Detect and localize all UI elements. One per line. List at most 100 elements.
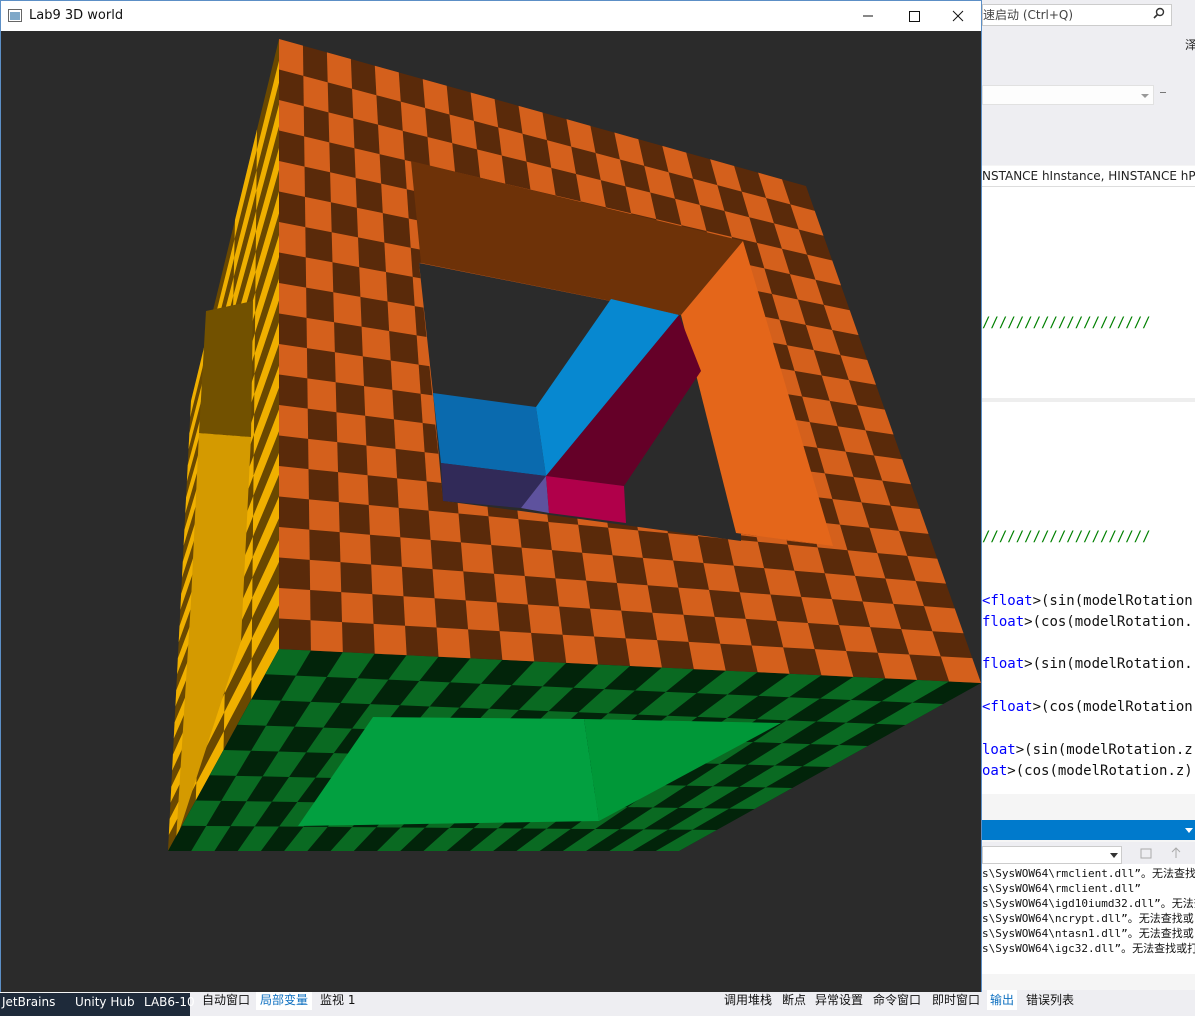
- menu-char[interactable]: 泽: [1185, 36, 1195, 53]
- front-face-tile: [279, 405, 309, 439]
- search-icon[interactable]: [1153, 7, 1165, 19]
- taskbar-item-unity-hub[interactable]: Unity Hub: [75, 995, 135, 1009]
- taskbar: JetBrains Unity Hub LAB6-10: [0, 993, 195, 1016]
- front-face-tile: [361, 326, 391, 361]
- front-face-tile: [460, 542, 495, 574]
- app-icon: [8, 9, 22, 22]
- front-face-tile: [381, 183, 409, 219]
- front-face-tile: [279, 222, 306, 258]
- front-face-tile: [339, 532, 372, 565]
- output-line: s\SysWOW64\ncrypt.dll”。无法查找或: [982, 912, 1194, 925]
- front-face-tile: [400, 537, 433, 570]
- tab-error-list[interactable]: 错误列表: [1026, 990, 1074, 1010]
- maximize-button[interactable]: [891, 1, 937, 31]
- front-face-tile: [279, 588, 311, 621]
- code-line: <float>(sin(modelRotation: [982, 593, 1193, 609]
- front-face-tile: [625, 638, 662, 668]
- output-line: s\SysWOW64\igd10iumd32.dll”。无法查: [982, 897, 1195, 910]
- close-icon: [952, 10, 964, 22]
- editor-splitter[interactable]: [982, 398, 1195, 402]
- front-face-tile: [384, 242, 413, 277]
- tab-exception-settings[interactable]: 异常设置: [815, 990, 863, 1010]
- code-line: float>(sin(modelRotation.: [982, 656, 1193, 672]
- chevron-down-icon: [1110, 853, 1118, 858]
- quick-launch-text: 速启动 (Ctrl+Q): [983, 8, 1074, 22]
- 3d-viewport[interactable]: [1, 31, 981, 992]
- front-face-tile: [306, 317, 335, 353]
- front-face-tile: [667, 533, 704, 564]
- front-face-tile: [305, 257, 334, 293]
- front-face-tile: [548, 521, 583, 553]
- tab-breakpoints[interactable]: 断点: [782, 990, 806, 1010]
- front-face-tile: [403, 596, 437, 628]
- tab-locals[interactable]: 局部变量: [256, 990, 313, 1010]
- front-face-tile: [494, 573, 528, 605]
- front-face-tile: [279, 344, 308, 379]
- tab-autos[interactable]: 自动窗口: [202, 990, 250, 1010]
- front-face-tile: [304, 196, 332, 233]
- front-face-tile: [616, 582, 653, 613]
- code-editor[interactable]: //////////////////// ///////////////////…: [982, 187, 1195, 794]
- front-face-tile: [397, 478, 429, 511]
- front-face-tile: [436, 627, 471, 659]
- front-face-tile: [279, 283, 307, 318]
- tab-watch1[interactable]: 监视 1: [320, 990, 355, 1010]
- code-line: oat>(cos(modelRotation.z): [982, 763, 1193, 779]
- minimize-button[interactable]: [845, 1, 891, 31]
- taskbar-item-jetbrains[interactable]: JetBrains: [2, 995, 55, 1009]
- find-previous-icon[interactable]: [1169, 846, 1183, 860]
- title-bar[interactable]: Lab9 3D world: [1, 1, 981, 31]
- panel-dropdown-icon[interactable]: [1185, 826, 1193, 834]
- front-face-tile: [366, 445, 398, 479]
- function-signature: NSTANCE hInstance, HINSTANCE hP: [982, 166, 1195, 187]
- code-comment: ////////////////////: [982, 315, 1151, 331]
- tab-call-stack[interactable]: 调用堆栈: [724, 990, 772, 1010]
- close-button[interactable]: [935, 1, 981, 31]
- output-line: s\SysWOW64\rmclient.dll”。无法查找: [982, 867, 1195, 880]
- front-face-tile: [393, 419, 425, 453]
- front-face-tile: [488, 516, 522, 548]
- clear-icon[interactable]: [1139, 846, 1153, 860]
- front-face-tile: [356, 207, 385, 243]
- app-window: Lab9 3D world: [0, 0, 982, 992]
- front-face-tile: [307, 378, 337, 413]
- front-face-tile: [308, 438, 339, 473]
- front-face-tile: [359, 267, 388, 302]
- front-face-tile: [678, 587, 715, 617]
- code-line: float>(cos(modelRotation.: [982, 614, 1193, 630]
- tab-output[interactable]: 输出: [987, 990, 1018, 1010]
- front-face-tile: [521, 547, 556, 579]
- taskbar-item-lab[interactable]: LAB6-10: [144, 995, 195, 1009]
- output-text[interactable]: s\SysWOW64\rmclient.dll”。无法查找 s\SysWOW64…: [982, 864, 1195, 974]
- front-face-tile: [590, 608, 626, 639]
- front-face-tile: [562, 634, 599, 665]
- front-face-tile: [334, 352, 364, 387]
- front-face-tile: [642, 557, 679, 588]
- output-panel-header: [982, 820, 1195, 840]
- front-face-tile: [387, 301, 417, 336]
- front-face-tile: [371, 564, 404, 597]
- tab-immediate-window[interactable]: 即时窗口: [932, 990, 980, 1010]
- bottom-tool-tabs: 自动窗口 局部变量 监视 1 调用堆栈 断点 异常设置 命令窗口 即时窗口 输出…: [190, 990, 1195, 1016]
- front-face-tile: [608, 527, 643, 558]
- front-face-tile: [428, 510, 461, 543]
- front-face-tile: [336, 412, 367, 446]
- tab-command-window[interactable]: 命令窗口: [873, 990, 921, 1010]
- quick-launch-input[interactable]: 速启动 (Ctrl+Q): [982, 4, 1172, 26]
- front-face-tile: [363, 386, 394, 420]
- window-title: Lab9 3D world: [29, 8, 124, 23]
- front-face-tile: [330, 172, 357, 208]
- front-face-tile: [714, 616, 752, 646]
- code-line: loat>(sin(modelRotation.z: [982, 742, 1193, 758]
- code-comment: ////////////////////: [982, 529, 1151, 545]
- output-source-dropdown[interactable]: [982, 846, 1122, 864]
- front-face-tile: [465, 600, 500, 632]
- toolbar-overflow-icon[interactable]: [1160, 92, 1166, 93]
- front-face-tile: [331, 232, 360, 268]
- front-face-tile: [390, 360, 421, 394]
- front-face-tile: [555, 578, 591, 609]
- minimize-icon: [863, 15, 873, 17]
- output-line: s\SysWOW64\igc32.dll”。无法查找或打: [982, 942, 1195, 955]
- front-face-tile: [373, 623, 407, 656]
- solution-config-dropdown[interactable]: [982, 85, 1154, 105]
